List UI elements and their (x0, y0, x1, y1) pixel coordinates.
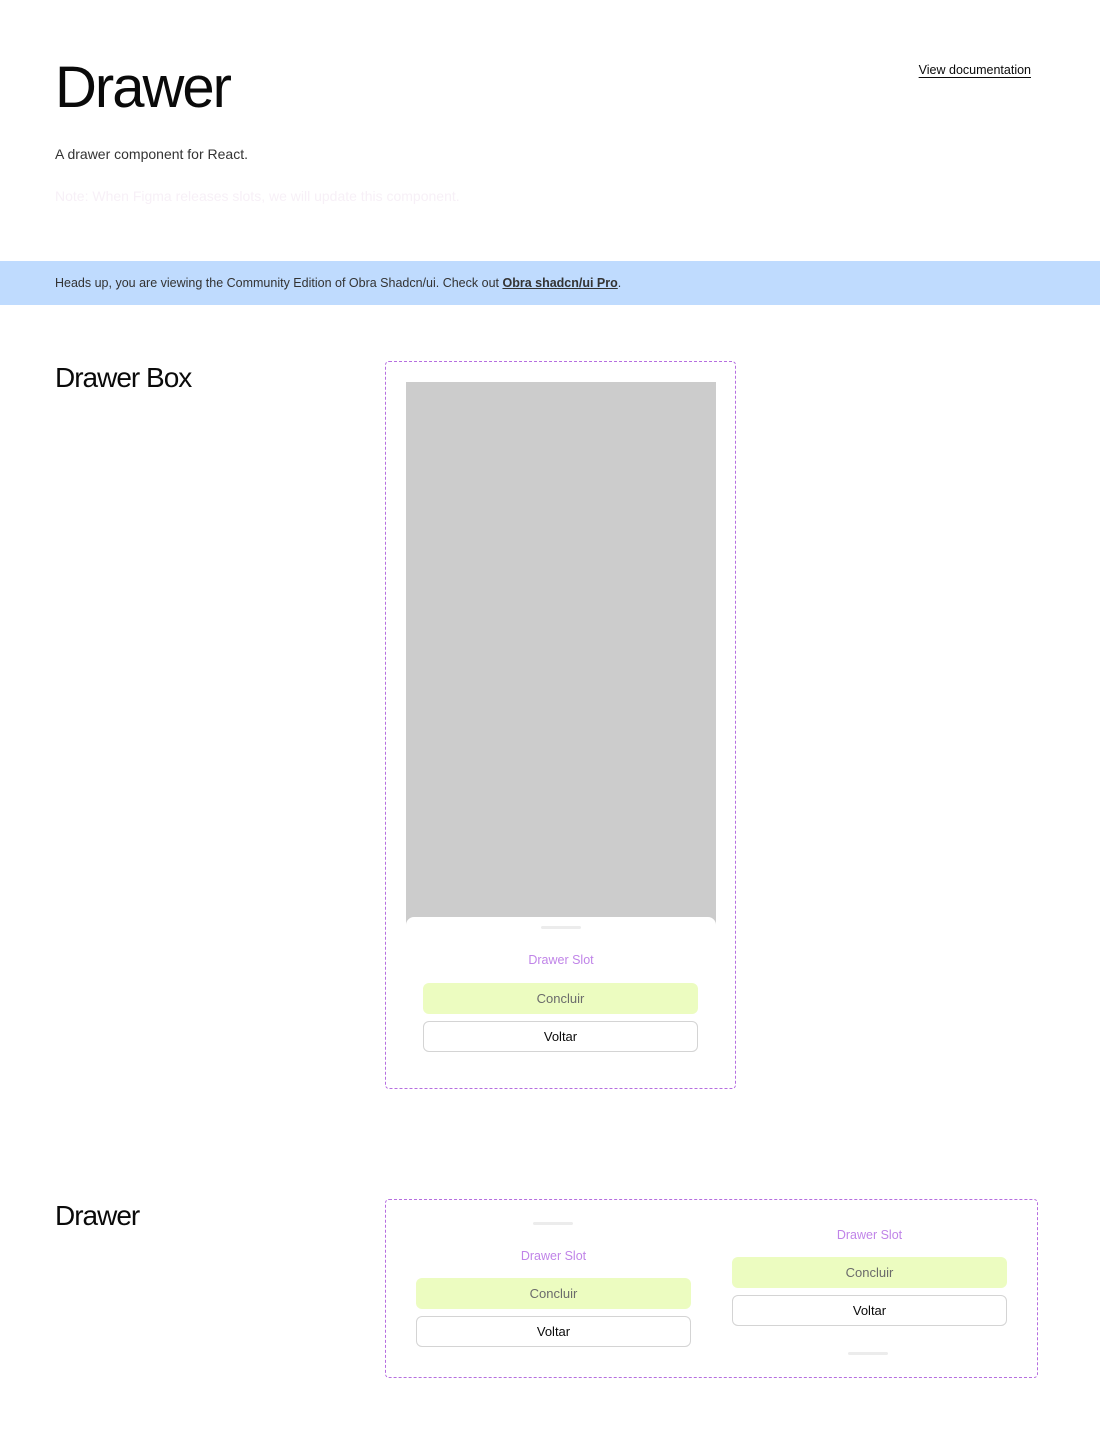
voltar-button[interactable]: Voltar (423, 1021, 698, 1052)
drawer-handle-top[interactable] (533, 1222, 573, 1225)
page-title: Drawer (55, 55, 232, 120)
drawer-slot-label-left: Drawer Slot (520, 1249, 587, 1263)
voltar-button-left[interactable]: Voltar (416, 1316, 691, 1347)
banner-suffix: . (617, 276, 622, 290)
drawer-variants-frame: Drawer Slot Concluir Voltar Drawer Slot … (385, 1199, 1038, 1378)
voltar-button-right[interactable]: Voltar (732, 1295, 1007, 1326)
screen-placeholder (406, 382, 716, 942)
section-title-drawer: Drawer (55, 1200, 140, 1231)
community-edition-banner: Heads up, you are viewing the Community … (0, 261, 1100, 305)
concluir-button[interactable]: Concluir (423, 983, 698, 1014)
drawer-handle-bottom[interactable] (848, 1352, 888, 1355)
drawer-box-frame: Drawer Slot Concluir Voltar (385, 361, 736, 1089)
drawer-sheet: Drawer Slot Concluir Voltar (406, 917, 716, 1067)
concluir-button-right[interactable]: Concluir (732, 1257, 1007, 1288)
drawer-handle[interactable] (541, 926, 581, 929)
view-documentation-link[interactable]: View documentation (919, 63, 1031, 77)
banner-text: Heads up, you are viewing the Community … (55, 276, 503, 290)
concluir-button-left[interactable]: Concluir (416, 1278, 691, 1309)
obra-pro-link[interactable]: Obra shadcn/ui Pro (502, 276, 617, 290)
slots-note: Note: When Figma releases slots, we will… (55, 188, 460, 204)
section-title-drawer-box: Drawer Box (55, 362, 192, 393)
page-subtitle: A drawer component for React. (55, 146, 248, 162)
drawer-slot-label-right: Drawer Slot (836, 1228, 903, 1242)
drawer-slot-label: Drawer Slot (528, 953, 594, 967)
